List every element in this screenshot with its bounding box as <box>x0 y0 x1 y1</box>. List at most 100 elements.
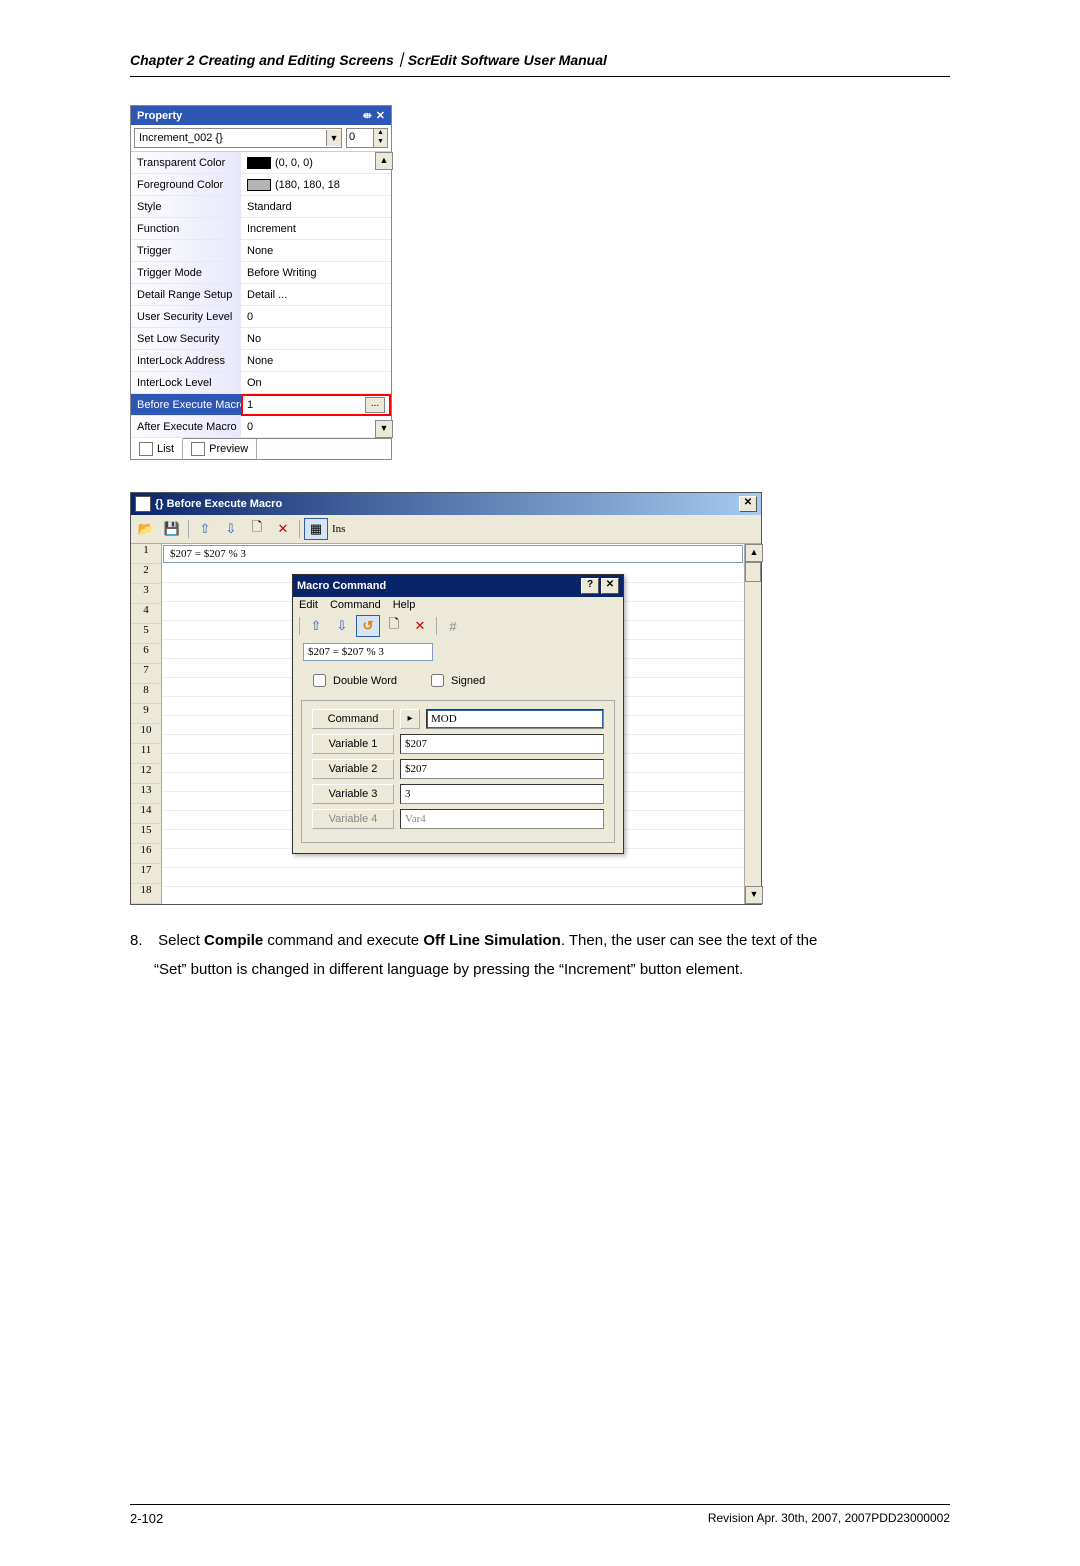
revision-text: Revision Apr. 30th, 2007, 2007PDD2300000… <box>708 1511 950 1526</box>
spin-up-icon[interactable]: ▲ <box>373 129 387 138</box>
page-header: Chapter 2 Creating and Editing Screens｜S… <box>130 50 950 70</box>
property-value[interactable]: Before Writing <box>241 262 391 284</box>
form-label[interactable]: Command <box>312 709 394 729</box>
form-label[interactable]: Variable 4 <box>312 809 394 829</box>
form-label[interactable]: Variable 1 <box>312 734 394 754</box>
command-form: Command▸MODVariable 1$207Variable 2$207V… <box>301 700 615 843</box>
signed-checkbox[interactable]: Signed <box>427 671 485 690</box>
arrow-up-icon[interactable]: ⇧ <box>304 615 328 637</box>
spin-down-icon[interactable]: ▼ <box>373 138 387 147</box>
arrow-up-icon[interactable]: ⇧ <box>193 518 217 540</box>
form-field[interactable]: $207 <box>400 759 604 779</box>
property-value[interactable]: Standard <box>241 196 391 218</box>
property-grid: Transparent Color(0, 0, 0)Foreground Col… <box>131 152 391 438</box>
property-value[interactable]: 0 <box>241 416 391 438</box>
property-label: Function <box>131 218 241 240</box>
line-number: 16 <box>131 844 161 864</box>
form-label[interactable]: Variable 3 <box>312 784 394 804</box>
delete-icon[interactable]: ✕ <box>408 615 432 637</box>
picker-button[interactable]: ▸ <box>400 709 420 729</box>
property-value[interactable]: Increment <box>241 218 391 240</box>
line-number: 7 <box>131 664 161 684</box>
code-line[interactable] <box>162 868 744 887</box>
page-number: 2-102 <box>130 1511 163 1526</box>
form-field[interactable]: $207 <box>400 734 604 754</box>
window-close-icon[interactable]: ✕ <box>739 496 757 512</box>
scroll-down-icon[interactable]: ▼ <box>745 886 763 904</box>
macro-command-toolbar: ⇧ ⇩ ↺ 🗋 ✕ # <box>293 613 623 639</box>
open-icon[interactable]: 📂 <box>134 518 158 540</box>
scroll-down-icon[interactable]: ▼ <box>375 420 393 438</box>
macro-command-menubar: Edit Command Help <box>293 597 623 613</box>
object-selector[interactable]: Increment_002 {} ▼ <box>134 128 342 148</box>
help-icon[interactable]: ? <box>581 578 599 594</box>
line-number: 4 <box>131 604 161 624</box>
scroll-thumb[interactable] <box>745 562 761 582</box>
property-label: After Execute Macro <box>131 416 241 438</box>
dropdown-icon[interactable]: ▼ <box>326 130 341 146</box>
property-label: Trigger Mode <box>131 262 241 284</box>
menu-edit[interactable]: Edit <box>299 599 318 611</box>
undo-icon[interactable]: ↺ <box>356 615 380 637</box>
line-number: 12 <box>131 764 161 784</box>
property-label: InterLock Address <box>131 350 241 372</box>
form-row: Variable 4 Var4 <box>312 809 604 829</box>
property-label: Before Execute Macro <box>131 394 241 416</box>
tab-list[interactable]: List <box>131 438 183 459</box>
code-line-1[interactable]: $207 = $207 % 3 <box>163 545 743 563</box>
form-field[interactable]: 3 <box>400 784 604 804</box>
property-label: Style <box>131 196 241 218</box>
line-number: 1 <box>131 544 161 564</box>
command-button[interactable]: ▦ <box>304 518 328 540</box>
hash-icon[interactable]: # <box>441 615 465 637</box>
double-word-checkbox[interactable]: Double Word <box>309 671 397 690</box>
save-icon[interactable]: 💾 <box>160 518 184 540</box>
line-number: 17 <box>131 864 161 884</box>
macro-editor-title: {} Before Execute Macro <box>155 498 282 510</box>
expression-field[interactable]: $207 = $207 % 3 <box>303 643 433 661</box>
form-field[interactable]: MOD <box>426 709 604 729</box>
object-name: Increment_002 {} <box>135 132 326 144</box>
pin-icon[interactable]: ⇹ <box>363 109 372 122</box>
property-value[interactable]: On <box>241 372 391 394</box>
property-value[interactable]: No <box>241 328 391 350</box>
form-row: Variable 1 $207 <box>312 734 604 754</box>
property-value[interactable]: Detail ... <box>241 284 391 306</box>
macro-editor-window: {} Before Execute Macro ✕ 📂 💾 ⇧ ⇩ 🗋 ✕ ▦ … <box>130 492 762 905</box>
property-value[interactable]: None <box>241 350 391 372</box>
tab-preview[interactable]: Preview <box>183 439 257 459</box>
preview-icon <box>191 442 205 456</box>
scroll-up-icon[interactable]: ▲ <box>745 544 763 562</box>
property-label: Foreground Color <box>131 174 241 196</box>
macro-command-dialog: Macro Command ? ✕ Edit Command Help ⇧ <box>292 574 624 854</box>
property-value[interactable]: 0 <box>241 306 391 328</box>
color-swatch <box>247 157 271 169</box>
form-label[interactable]: Variable 2 <box>312 759 394 779</box>
menu-help[interactable]: Help <box>393 599 416 611</box>
form-field: Var4 <box>400 809 604 829</box>
line-number: 2 <box>131 564 161 584</box>
delete-icon[interactable]: ✕ <box>271 518 295 540</box>
new-icon[interactable]: 🗋 <box>382 615 406 637</box>
spinner-value[interactable] <box>347 129 373 145</box>
menu-command[interactable]: Command <box>330 599 381 611</box>
property-value[interactable]: None <box>241 240 391 262</box>
property-scrollbar[interactable]: ▲ ▼ <box>375 152 391 438</box>
code-area[interactable]: $207 = $207 % 3 Macro Command ? ✕ Edit C… <box>162 544 744 904</box>
line-number: 9 <box>131 704 161 724</box>
dialog-close-icon[interactable]: ✕ <box>601 578 619 594</box>
arrow-down-icon[interactable]: ⇩ <box>330 615 354 637</box>
header-divider <box>130 76 950 77</box>
close-icon[interactable]: ✕ <box>376 109 385 122</box>
arrow-down-icon[interactable]: ⇩ <box>219 518 243 540</box>
property-value[interactable]: (180, 180, 18 <box>241 174 391 196</box>
ins-label: Ins <box>332 523 345 535</box>
property-value[interactable]: 1... <box>241 394 391 416</box>
scroll-up-icon[interactable]: ▲ <box>375 152 393 170</box>
line-number: 3 <box>131 584 161 604</box>
new-icon[interactable]: 🗋 <box>245 518 269 540</box>
property-value[interactable]: (0, 0, 0) <box>241 152 391 174</box>
line-number: 18 <box>131 884 161 904</box>
index-spinner[interactable]: ▲ ▼ <box>346 128 388 148</box>
code-scrollbar[interactable]: ▲ ▼ <box>744 544 761 904</box>
